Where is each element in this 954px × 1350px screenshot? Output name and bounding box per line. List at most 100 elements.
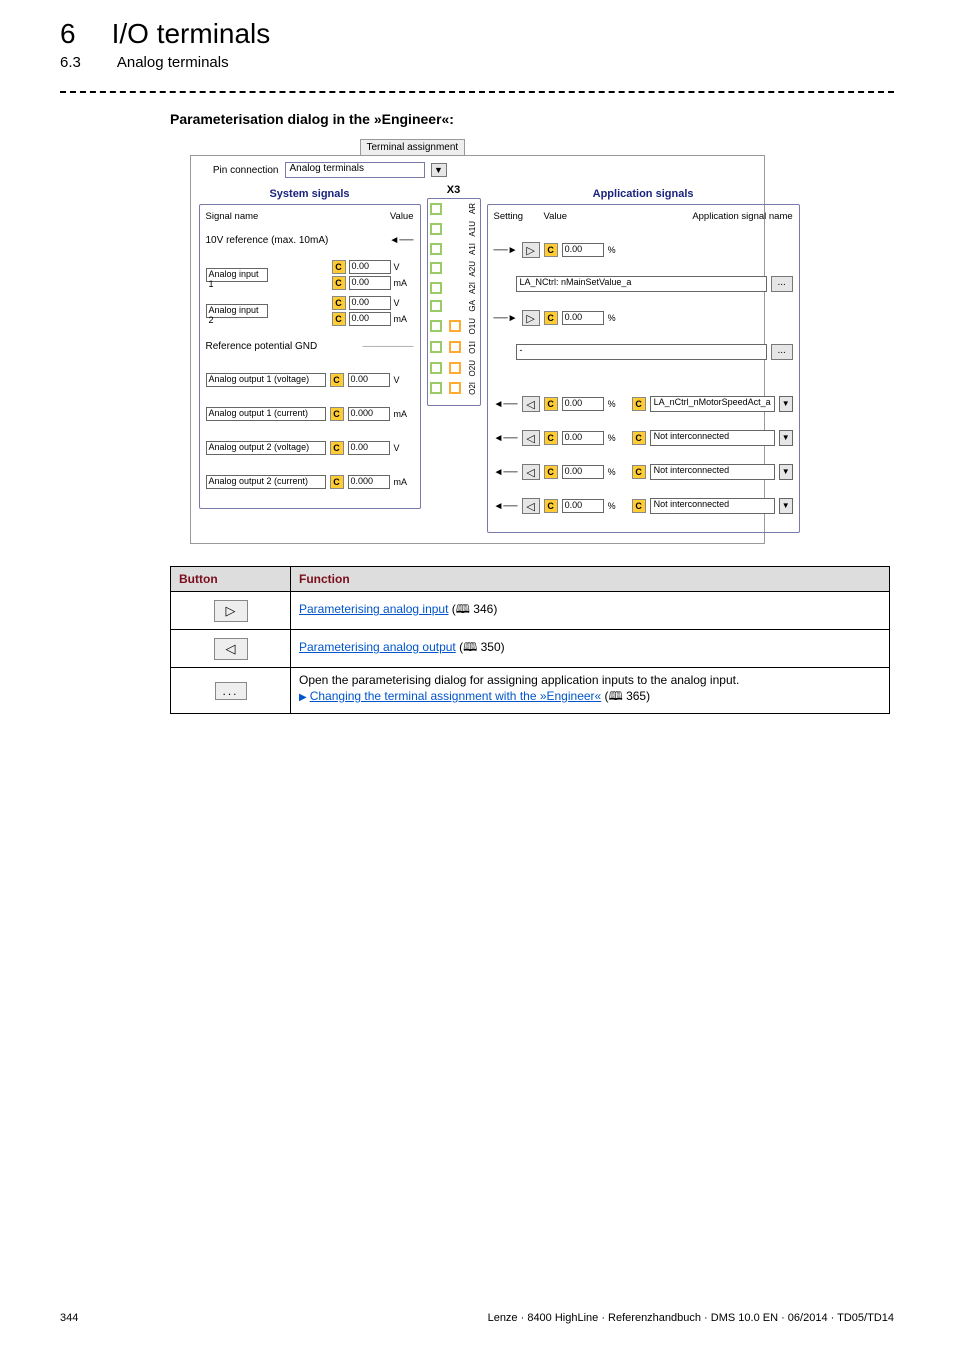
ao2-ma-value: 0.000 xyxy=(348,475,390,489)
dialog-frame: Pin connection Analog terminals ▼ System… xyxy=(190,155,765,544)
dropdown-icon[interactable]: ▼ xyxy=(779,464,793,480)
ao1-voltage-label: Analog output 1 (voltage) xyxy=(206,373,326,387)
unit-v: V xyxy=(394,443,414,453)
table-row: ▷ Parameterising analog input (🕮 346) xyxy=(171,592,890,630)
terminal-box-icon xyxy=(449,341,461,353)
app-in2-signal[interactable]: - xyxy=(516,344,767,360)
param-output-button[interactable]: ◁ xyxy=(522,430,540,446)
param-output-button[interactable]: ◁ xyxy=(522,498,540,514)
unit-pct: % xyxy=(608,399,628,409)
terminal-box-icon xyxy=(430,300,442,312)
signal-name-header: Signal name xyxy=(206,211,354,222)
application-signals-header: Application signals xyxy=(487,184,800,204)
terminal-o2i: O2I xyxy=(468,382,478,395)
c-chip-icon[interactable]: C xyxy=(332,296,346,310)
unit-ma: mA xyxy=(394,314,414,324)
ref-gnd-label: Reference potential GND xyxy=(206,341,359,352)
param-input-button[interactable]: ▷ xyxy=(522,242,540,258)
section-title: Analog terminals xyxy=(117,54,229,71)
ai2-v-value: 0.00 xyxy=(349,296,391,310)
terminal-box-icon xyxy=(449,382,461,394)
terminal-ar: AR xyxy=(468,203,478,214)
terminal-o2u: O2U xyxy=(468,360,478,376)
c-chip-icon[interactable]: C xyxy=(632,465,646,479)
section-number: 6.3 xyxy=(60,54,81,71)
assign-more-button[interactable]: ... xyxy=(771,276,793,292)
button-cell: ▷ xyxy=(171,592,291,630)
c-chip-icon[interactable]: C xyxy=(632,431,646,445)
arrow-left-icon: ◄── xyxy=(494,501,518,512)
x3-header: X3 xyxy=(427,184,481,196)
dropdown-icon[interactable]: ▼ xyxy=(779,430,793,446)
terminal-box-icon xyxy=(430,382,442,394)
param-output-button[interactable]: ◁ xyxy=(522,464,540,480)
c-chip-icon[interactable]: C xyxy=(544,397,558,411)
ref10v-label: 10V reference (max. 10mA) xyxy=(206,235,386,246)
unit-ma: mA xyxy=(394,477,414,487)
page-ref: 365 xyxy=(626,689,646,703)
table-header-button: Button xyxy=(171,567,291,592)
arrow-right-icon: ──► xyxy=(494,245,518,256)
app-o2u-signal[interactable]: Not interconnected xyxy=(650,464,775,480)
app-o2i-signal[interactable]: Not interconnected xyxy=(650,498,775,514)
app-in2-value: 0.00 xyxy=(562,311,604,325)
app-o2i-value: 0.00 xyxy=(562,499,604,513)
terminal-box-icon xyxy=(430,341,442,353)
c-chip-icon[interactable]: C xyxy=(544,243,558,257)
app-o1u-signal[interactable]: LA_nCtrl_nMotorSpeedAct_a xyxy=(650,396,775,412)
app-in1-value: 0.00 xyxy=(562,243,604,257)
unit-ma: mA xyxy=(394,409,414,419)
app-o1u-value: 0.00 xyxy=(562,397,604,411)
page-number: 344 xyxy=(60,1312,78,1324)
unit-v: V xyxy=(394,298,414,308)
app-signal-name-header: Application signal name xyxy=(604,211,793,222)
c-chip-icon[interactable]: C xyxy=(544,499,558,513)
c-chip-icon[interactable]: C xyxy=(330,407,344,421)
terminal-a1i: A1I xyxy=(468,243,478,255)
unit-pct: % xyxy=(608,433,628,443)
terminal-box-icon xyxy=(430,362,442,374)
value-header-right: Value xyxy=(544,211,604,222)
pin-connection-dropdown-icon[interactable]: ▼ xyxy=(431,163,447,177)
dropdown-icon[interactable]: ▼ xyxy=(779,498,793,514)
param-input-button[interactable]: ▷ xyxy=(522,310,540,326)
app-o1i-signal[interactable]: Not interconnected xyxy=(650,430,775,446)
assign-more-button[interactable]: ... xyxy=(771,344,793,360)
c-chip-icon[interactable]: C xyxy=(330,373,344,387)
terminal-box-icon xyxy=(430,320,442,332)
c-chip-icon[interactable]: C xyxy=(632,499,646,513)
subsection-title: Parameterisation dialog in the »Engineer… xyxy=(170,111,954,127)
book-icon: 🕮 xyxy=(463,640,477,654)
c-chip-icon[interactable]: C xyxy=(330,475,344,489)
ai1-v-value: 0.00 xyxy=(349,260,391,274)
c-chip-icon[interactable]: C xyxy=(332,276,346,290)
unit-pct: % xyxy=(608,467,628,477)
ao2-v-value: 0.00 xyxy=(348,441,390,455)
function-cell: Open the parameterising dialog for assig… xyxy=(291,668,890,714)
footer-text: Lenze · 8400 HighLine · Referenzhandbuch… xyxy=(488,1312,894,1324)
changing-terminal-assignment-link[interactable]: Changing the terminal assignment with th… xyxy=(310,689,602,703)
c-chip-icon[interactable]: C xyxy=(330,441,344,455)
c-chip-icon[interactable]: C xyxy=(332,260,346,274)
application-signals-box: Setting Value Application signal name ──… xyxy=(487,204,800,533)
param-analog-output-link[interactable]: Parameterising analog output xyxy=(299,640,456,654)
c-chip-icon[interactable]: C xyxy=(632,397,646,411)
c-chip-icon[interactable]: C xyxy=(544,431,558,445)
c-chip-icon[interactable]: C xyxy=(544,465,558,479)
analog-input-2-label: Analog input 2 xyxy=(206,304,268,318)
terminal-ga: GA xyxy=(468,300,478,312)
c-chip-icon[interactable]: C xyxy=(544,311,558,325)
unit-v: V xyxy=(394,375,414,385)
param-output-button[interactable]: ◁ xyxy=(522,396,540,412)
dropdown-icon[interactable]: ▼ xyxy=(779,396,793,412)
terminal-assignment-tab[interactable]: Terminal assignment xyxy=(360,139,466,155)
app-in1-signal[interactable]: LA_NCtrl: nMainSetValue_a xyxy=(516,276,767,292)
page-ref: 350 xyxy=(481,640,501,654)
terminal-a2i: A2I xyxy=(468,282,478,294)
pin-connection-select[interactable]: Analog terminals xyxy=(285,162,425,178)
param-analog-input-link[interactable]: Parameterising analog input xyxy=(299,602,448,616)
unit-ma: mA xyxy=(394,278,414,288)
c-chip-icon[interactable]: C xyxy=(332,312,346,326)
unit-pct: % xyxy=(608,313,628,323)
param-input-button-icon: ▷ xyxy=(214,600,248,622)
